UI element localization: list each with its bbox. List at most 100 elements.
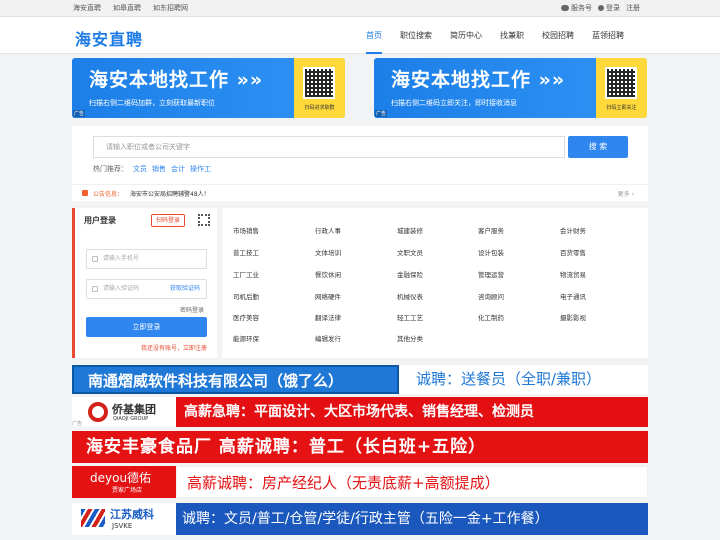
category-link[interactable]: 市场销售	[233, 225, 259, 235]
site-link-haian[interactable]: 海安直聘	[73, 3, 101, 13]
qiaoji-logo-icon	[88, 402, 108, 422]
code-field[interactable]: 请输入验证码 获取验证码	[86, 279, 207, 299]
qr-panel: 扫码进求职群	[294, 58, 345, 118]
login-label: 登录	[606, 4, 620, 12]
login-link[interactable]: 登录	[598, 3, 620, 13]
category-link[interactable]: 管理运营	[478, 269, 504, 279]
ad-tag: 广告	[72, 420, 83, 427]
password-login-link[interactable]: 密码登录	[180, 305, 204, 314]
category-link[interactable]: 文体培训	[315, 247, 341, 257]
ad-banner-deyou[interactable]: deyou德佑 贾家广场店 高薪诚聘：房产经纪人（无责底薪+高额提成）	[72, 466, 648, 498]
login-title: 用户登录	[84, 216, 116, 225]
category-link[interactable]: 物流贸易	[560, 269, 586, 279]
notice-text[interactable]: 海安市公安局招聘辅警48人！	[130, 189, 210, 198]
qr-code-icon[interactable]	[198, 214, 210, 226]
ad-logo-name: deyou德佑	[90, 471, 152, 485]
phone-field[interactable]: 请输入手机号	[86, 249, 207, 269]
category-link[interactable]: 编辑发行	[315, 333, 341, 343]
nav-campus[interactable]: 校园招聘	[533, 17, 583, 54]
ad-logo-en: QIAOJI GROUP	[113, 416, 149, 422]
code-placeholder: 请输入验证码	[103, 285, 140, 292]
ad-tag: 广告	[375, 110, 388, 117]
banner-follow-account[interactable]: 海安本地找工作 »» 扫描右侧二维码立即关注，即时接收消息 扫码立即关注 广告	[374, 58, 647, 118]
nav-resume-center[interactable]: 简历中心	[441, 17, 491, 54]
category-link[interactable]: 工厂工业	[233, 269, 259, 279]
category-link[interactable]: 设计包装	[478, 247, 504, 257]
hot-keywords: 热门推荐： 文员 销售 会计 操作工	[93, 164, 211, 174]
get-code-button[interactable]: 获取验证码	[170, 280, 200, 298]
service-label: 服务号	[571, 4, 592, 12]
category-link[interactable]: 翻译法律	[315, 312, 341, 322]
ad-job-text: 高薪急聘：平面设计、大区市场代表、销售经理、检测员	[176, 397, 648, 427]
register-link[interactable]: 注册	[626, 3, 640, 13]
qr-label: 扫码立即关注	[606, 105, 637, 111]
speaker-icon	[82, 190, 88, 196]
site-logo[interactable]: 海安直聘	[75, 26, 143, 50]
qr-label: 扫码进求职群	[304, 105, 335, 111]
jsvke-logo: 江苏威科 JSVKE	[72, 503, 176, 535]
nav-home[interactable]: 首页	[357, 17, 391, 54]
jsvke-logo-icon	[81, 509, 105, 527]
category-link[interactable]: 金融保险	[397, 269, 423, 279]
category-link[interactable]: 能源环保	[233, 333, 259, 343]
search-input[interactable]: 请输入职位或者公司关键字	[93, 136, 565, 158]
banner-join-group[interactable]: 海安本地找工作 »» 扫描右侧二维码加群，立刻获取最新职位 扫码进求职群 广告	[72, 58, 345, 118]
register-link[interactable]: 我还没有账号，立即注册	[141, 343, 207, 352]
phone-icon	[92, 256, 98, 262]
ad-banner-fenghao[interactable]: 海安丰豪食品厂 高薪诚聘：普工（长白班+五险）	[72, 431, 648, 463]
category-link[interactable]: 机械仪表	[397, 291, 423, 301]
category-link[interactable]: 会计财务	[560, 225, 586, 235]
banner-title: 海安本地找工作 »»	[89, 69, 264, 91]
hot-keyword[interactable]: 文员	[133, 164, 147, 174]
top-bar: 海安直聘 如皋直聘 如东招聘网 服务号 登录 注册	[0, 0, 720, 17]
category-link[interactable]: 电子通讯	[560, 291, 586, 301]
login-submit-button[interactable]: 立即登录	[86, 317, 207, 337]
qr-code-icon	[605, 67, 637, 99]
category-link[interactable]: 医疗美容	[233, 312, 259, 322]
category-panel: 市场销售 行政人事 城建装修 客户服务 会计财务 普工技工 文体培训 文职文员 …	[222, 208, 648, 358]
notice-more-link[interactable]: 更多 ›	[618, 189, 634, 198]
hot-keyword[interactable]: 销售	[152, 164, 166, 174]
category-link[interactable]: 百货零售	[560, 247, 586, 257]
top-right-links: 服务号 登录 注册	[561, 3, 640, 13]
qiaoji-logo: 侨基集团 QIAOJI GROUP 广告	[72, 397, 176, 427]
ad-banner-jsvke[interactable]: 江苏威科 JSVKE 诚聘：文员/普工/仓管/学徒/行政主管（五险一金+工作餐）	[72, 503, 648, 535]
banner-subtitle: 扫描右侧二维码加群，立刻获取最新职位	[89, 99, 215, 107]
hot-keyword[interactable]: 会计	[171, 164, 185, 174]
category-link[interactable]: 行政人事	[315, 225, 341, 235]
ad-logo-name: 侨基集团	[112, 403, 156, 416]
ad-job-text: 高薪诚聘：房产经纪人（无责底薪+高额提成）	[176, 466, 648, 498]
category-link[interactable]: 其他分类	[397, 333, 423, 343]
category-link[interactable]: 客户服务	[478, 225, 504, 235]
shield-icon	[92, 286, 98, 292]
nav-part-time[interactable]: 找兼职	[491, 17, 533, 54]
category-link[interactable]: 普工技工	[233, 247, 259, 257]
service-account-link[interactable]: 服务号	[561, 3, 592, 13]
ad-tag: 广告	[73, 110, 86, 117]
ad-banner-eleme[interactable]: 南通熠威软件科技有限公司（饿了么） 诚聘：送餐员（全职/兼职）	[72, 365, 648, 394]
category-link[interactable]: 餐饮休闲	[315, 269, 341, 279]
category-link[interactable]: 化工制药	[478, 312, 504, 322]
category-link[interactable]: 轻工工艺	[397, 312, 423, 322]
site-link-rugao[interactable]: 如皋直聘	[113, 3, 141, 13]
ad-job-text: 诚聘：文员/普工/仓管/学徒/行政主管（五险一金+工作餐）	[176, 503, 648, 535]
search-button[interactable]: 搜 索	[568, 136, 628, 158]
nav-job-search[interactable]: 职位搜索	[391, 17, 441, 54]
category-link[interactable]: 网络硬件	[315, 291, 341, 301]
nav-blue-collar[interactable]: 蓝领招聘	[583, 17, 633, 54]
hot-label: 热门推荐：	[93, 165, 128, 173]
ad-logo-en: JSVKE	[112, 522, 133, 530]
category-link[interactable]: 文职文员	[397, 247, 423, 257]
site-link-rudong[interactable]: 如东招聘网	[153, 3, 188, 13]
category-link[interactable]: 咨询顾问	[478, 291, 504, 301]
wechat-icon	[561, 5, 569, 11]
category-link[interactable]: 城建装修	[397, 225, 423, 235]
banner-title: 海安本地找工作 »»	[391, 69, 566, 91]
notice-bar: 公告信息： 海安市公安局招聘辅警48人！ 更多 ›	[72, 184, 648, 201]
scan-login-button[interactable]: 扫码登录	[151, 214, 185, 227]
category-link[interactable]: 司机后勤	[233, 291, 259, 301]
ad-banner-qiaoji[interactable]: 侨基集团 QIAOJI GROUP 广告 高薪急聘：平面设计、大区市场代表、销售…	[72, 397, 648, 427]
phone-placeholder: 请输入手机号	[103, 255, 140, 262]
category-link[interactable]: 摄影影视	[560, 312, 586, 322]
hot-keyword[interactable]: 操作工	[190, 164, 211, 174]
